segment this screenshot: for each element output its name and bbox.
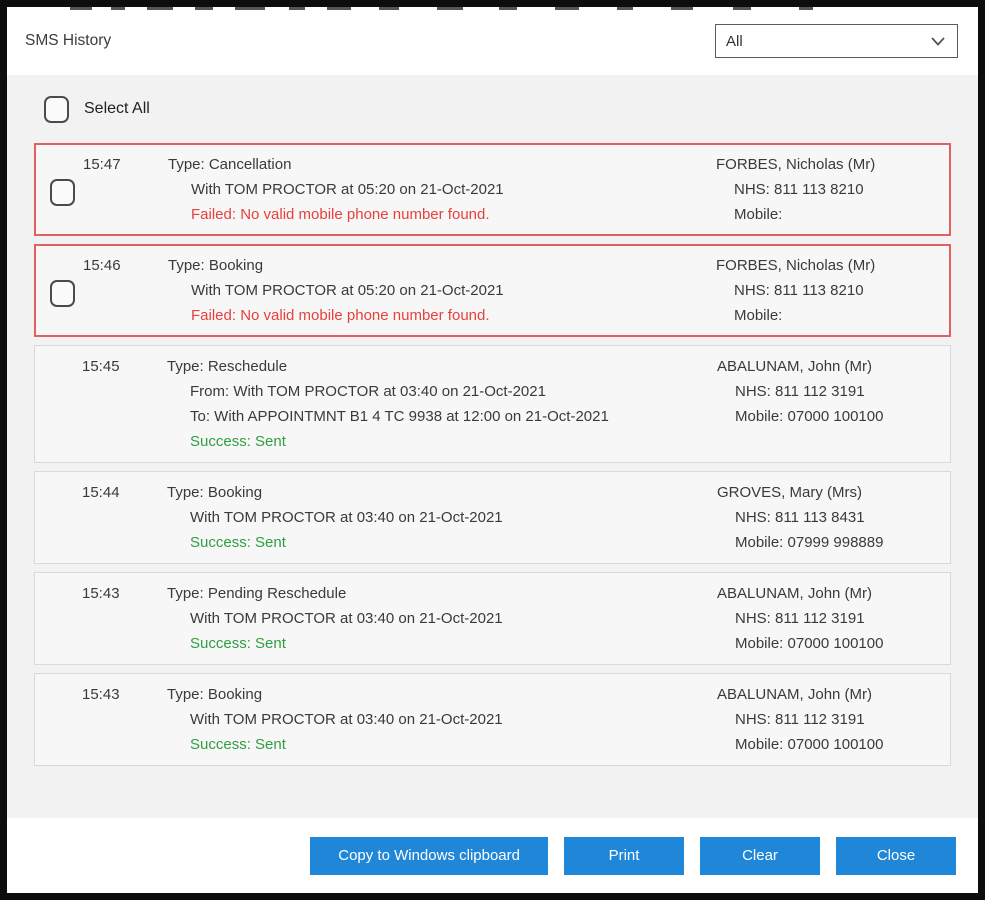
sms-entry-row: 15:45 Type: Reschedule From: With TOM PR… bbox=[34, 345, 951, 463]
sms-entry-row: 15:43 Type: Booking With TOM PROCTOR at … bbox=[34, 673, 951, 766]
patient-mobile: Mobile: 07000 100100 bbox=[717, 732, 950, 757]
patient-nhs: NHS: 811 112 3191 bbox=[717, 379, 950, 404]
patient-mobile: Mobile: bbox=[716, 303, 949, 328]
entry-main-block: Type: Booking With TOM PROCTOR at 03:40 … bbox=[167, 480, 717, 555]
sms-entry-row: 15:43 Type: Pending Reschedule With TOM … bbox=[34, 572, 951, 665]
entry-main-block: Type: Reschedule From: With TOM PROCTOR … bbox=[167, 354, 717, 454]
entry-status: Failed: No valid mobile phone number fou… bbox=[168, 303, 716, 328]
entry-patient-block: ABALUNAM, John (Mr) NHS: 811 112 3191 Mo… bbox=[717, 682, 950, 757]
entry-time-cell: 15:46 bbox=[36, 253, 168, 328]
entry-time: 15:43 bbox=[35, 682, 167, 707]
entry-time: 15:47 bbox=[36, 152, 168, 177]
select-all-label: Select All bbox=[84, 100, 150, 118]
patient-mobile: Mobile: 07000 100100 bbox=[717, 631, 950, 656]
print-button[interactable]: Print bbox=[564, 837, 684, 875]
entry-patient-block: ABALUNAM, John (Mr) NHS: 811 112 3191 Mo… bbox=[717, 581, 950, 656]
patient-nhs: NHS: 811 113 8210 bbox=[716, 278, 949, 303]
copy-to-clipboard-button[interactable]: Copy to Windows clipboard bbox=[310, 837, 548, 875]
patient-mobile: Mobile: 07000 100100 bbox=[717, 404, 950, 429]
page-title: SMS History bbox=[25, 32, 111, 50]
patient-name: FORBES, Nicholas (Mr) bbox=[716, 152, 949, 177]
sms-history-dialog: SMS History All Select All 15:47 Type: C… bbox=[0, 0, 985, 900]
entry-patient-block: GROVES, Mary (Mrs) NHS: 811 113 8431 Mob… bbox=[717, 480, 950, 555]
entry-type: Type: Booking bbox=[167, 480, 717, 505]
patient-name: GROVES, Mary (Mrs) bbox=[717, 480, 950, 505]
entry-time-cell: 15:47 bbox=[36, 152, 168, 227]
entry-time-cell: 15:43 bbox=[35, 581, 167, 656]
entry-status: Success: Sent bbox=[167, 631, 717, 656]
patient-mobile: Mobile: 07999 998889 bbox=[717, 530, 950, 555]
entry-type: Type: Reschedule bbox=[167, 354, 717, 379]
entry-detail-line: With TOM PROCTOR at 03:40 on 21-Oct-2021 bbox=[167, 505, 717, 530]
entry-time: 15:43 bbox=[35, 581, 167, 606]
entry-details: With TOM PROCTOR at 03:40 on 21-Oct-2021 bbox=[167, 505, 717, 530]
entry-type: Type: Booking bbox=[168, 253, 716, 278]
patient-name: ABALUNAM, John (Mr) bbox=[717, 682, 950, 707]
dialog-footer: Copy to Windows clipboard Print Clear Cl… bbox=[7, 818, 978, 893]
entry-detail-line: From: With TOM PROCTOR at 03:40 on 21-Oc… bbox=[167, 379, 717, 404]
dialog-header: SMS History All bbox=[7, 7, 978, 75]
entry-patient-block: FORBES, Nicholas (Mr) NHS: 811 113 8210 … bbox=[716, 253, 949, 328]
entry-details: With TOM PROCTOR at 03:40 on 21-Oct-2021 bbox=[167, 606, 717, 631]
entry-details: From: With TOM PROCTOR at 03:40 on 21-Oc… bbox=[167, 379, 717, 429]
sms-entry-row: 15:47 Type: Cancellation With TOM PROCTO… bbox=[34, 143, 951, 236]
close-button[interactable]: Close bbox=[836, 837, 956, 875]
sms-entry-row: 15:44 Type: Booking With TOM PROCTOR at … bbox=[34, 471, 951, 564]
entry-detail-line: With TOM PROCTOR at 05:20 on 21-Oct-2021 bbox=[168, 278, 716, 303]
entry-patient-block: ABALUNAM, John (Mr) NHS: 811 112 3191 Mo… bbox=[717, 354, 950, 454]
entry-checkbox[interactable] bbox=[50, 179, 75, 206]
patient-mobile: Mobile: bbox=[716, 202, 949, 227]
entry-status: Success: Sent bbox=[167, 530, 717, 555]
patient-nhs: NHS: 811 113 8210 bbox=[716, 177, 949, 202]
patient-name: ABALUNAM, John (Mr) bbox=[717, 581, 950, 606]
entry-main-block: Type: Pending Reschedule With TOM PROCTO… bbox=[167, 581, 717, 656]
entry-type: Type: Booking bbox=[167, 682, 717, 707]
patient-nhs: NHS: 811 113 8431 bbox=[717, 505, 950, 530]
entry-detail-line: To: With APPOINTMNT B1 4 TC 9938 at 12:0… bbox=[167, 404, 717, 429]
entry-details: With TOM PROCTOR at 03:40 on 21-Oct-2021 bbox=[167, 707, 717, 732]
sms-history-list-area: Select All 15:47 Type: Cancellation With… bbox=[7, 75, 978, 818]
filter-dropdown[interactable]: All bbox=[715, 24, 958, 58]
entry-patient-block: FORBES, Nicholas (Mr) NHS: 811 113 8210 … bbox=[716, 152, 949, 227]
entry-time: 15:45 bbox=[35, 354, 167, 379]
clear-button[interactable]: Clear bbox=[700, 837, 820, 875]
entry-details: With TOM PROCTOR at 05:20 on 21-Oct-2021 bbox=[168, 177, 716, 202]
select-all-checkbox[interactable] bbox=[44, 96, 69, 123]
entry-time-cell: 15:45 bbox=[35, 354, 167, 454]
sms-entry-list: 15:47 Type: Cancellation With TOM PROCTO… bbox=[34, 143, 951, 766]
entry-type: Type: Pending Reschedule bbox=[167, 581, 717, 606]
entry-main-block: Type: Booking With TOM PROCTOR at 05:20 … bbox=[168, 253, 716, 328]
entry-detail-line: With TOM PROCTOR at 05:20 on 21-Oct-2021 bbox=[168, 177, 716, 202]
entry-status: Failed: No valid mobile phone number fou… bbox=[168, 202, 716, 227]
entry-time-cell: 15:43 bbox=[35, 682, 167, 757]
entry-detail-line: With TOM PROCTOR at 03:40 on 21-Oct-2021 bbox=[167, 606, 717, 631]
filter-dropdown-value: All bbox=[726, 33, 743, 50]
entry-type: Type: Cancellation bbox=[168, 152, 716, 177]
entry-main-block: Type: Booking With TOM PROCTOR at 03:40 … bbox=[167, 682, 717, 757]
patient-nhs: NHS: 811 112 3191 bbox=[717, 606, 950, 631]
entry-main-block: Type: Cancellation With TOM PROCTOR at 0… bbox=[168, 152, 716, 227]
entry-detail-line: With TOM PROCTOR at 03:40 on 21-Oct-2021 bbox=[167, 707, 717, 732]
entry-time-cell: 15:44 bbox=[35, 480, 167, 555]
patient-name: FORBES, Nicholas (Mr) bbox=[716, 253, 949, 278]
entry-status: Success: Sent bbox=[167, 732, 717, 757]
entry-status: Success: Sent bbox=[167, 429, 717, 454]
sms-entry-row: 15:46 Type: Booking With TOM PROCTOR at … bbox=[34, 244, 951, 337]
entry-time: 15:46 bbox=[36, 253, 168, 278]
select-all-row: Select All bbox=[44, 95, 951, 123]
entry-time: 15:44 bbox=[35, 480, 167, 505]
chevron-down-icon bbox=[931, 37, 945, 46]
patient-name: ABALUNAM, John (Mr) bbox=[717, 354, 950, 379]
patient-nhs: NHS: 811 112 3191 bbox=[717, 707, 950, 732]
entry-checkbox[interactable] bbox=[50, 280, 75, 307]
entry-details: With TOM PROCTOR at 05:20 on 21-Oct-2021 bbox=[168, 278, 716, 303]
